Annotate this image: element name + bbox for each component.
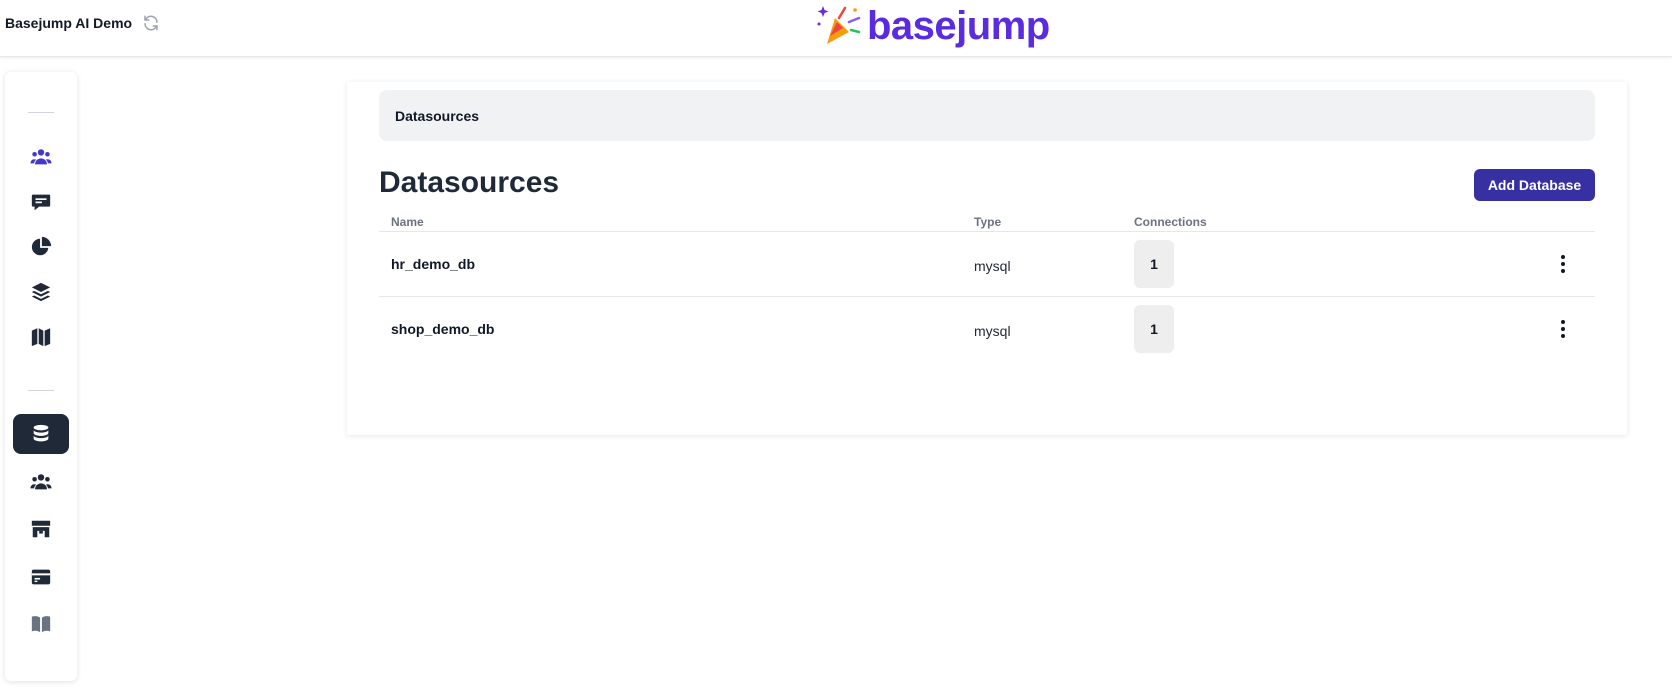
sidebar-item-chat[interactable] [13, 182, 69, 222]
team-icon [30, 474, 52, 490]
add-database-button[interactable]: Add Database [1474, 169, 1595, 201]
top-bar: Basejump AI Demo basejump [0, 0, 1672, 57]
map-icon [31, 328, 51, 347]
sidebar-item-layers[interactable] [13, 272, 69, 312]
column-header-type: Type [974, 215, 1002, 229]
datasources-table: Name Type Connections hr_demo_db mysql 1… [379, 215, 1595, 362]
datasource-name[interactable]: shop_demo_db [391, 321, 494, 337]
row-actions-button[interactable] [1551, 317, 1575, 341]
sidebar-divider [28, 112, 54, 113]
table-row[interactable]: shop_demo_db mysql 1 [379, 297, 1595, 362]
datasource-type: mysql [974, 258, 1011, 274]
column-header-connections: Connections [1134, 215, 1207, 229]
table-header: Name Type Connections [379, 215, 1595, 232]
breadcrumb-item[interactable]: Datasources [395, 108, 479, 124]
sidebar-item-datasources[interactable] [13, 414, 69, 454]
sidebar-item-team[interactable] [13, 462, 69, 502]
sidebar-item-docs[interactable] [13, 604, 69, 644]
sidebar [5, 72, 77, 681]
sidebar-item-members[interactable] [13, 137, 69, 177]
page-title: Datasources [379, 166, 560, 199]
org-switcher[interactable]: Basejump AI Demo [5, 14, 160, 32]
sidebar-item-store[interactable] [13, 509, 69, 549]
column-header-name: Name [391, 215, 424, 229]
refresh-icon[interactable] [142, 14, 160, 32]
datasources-card: Datasources Datasources Add Database Nam… [347, 82, 1627, 435]
sidebar-item-charts[interactable] [13, 227, 69, 267]
table-row[interactable]: hr_demo_db mysql 1 [379, 232, 1595, 297]
sidebar-divider [28, 390, 54, 391]
connections-count-badge[interactable]: 1 [1134, 240, 1174, 288]
connections-count-badge[interactable]: 1 [1134, 305, 1174, 353]
logo-wordmark: basejump [867, 4, 1050, 48]
sidebar-item-billing[interactable] [13, 557, 69, 597]
datasource-name[interactable]: hr_demo_db [391, 256, 475, 272]
org-name[interactable]: Basejump AI Demo [5, 15, 132, 31]
credit-card-icon [31, 569, 51, 585]
basejump-logo[interactable]: basejump [815, 2, 1050, 50]
sidebar-item-map[interactable] [13, 317, 69, 357]
book-icon [31, 616, 51, 633]
layers-icon [31, 282, 51, 302]
datasource-type: mysql [974, 323, 1011, 339]
database-icon [33, 424, 49, 442]
row-actions-button[interactable] [1551, 252, 1575, 276]
store-icon [31, 520, 51, 538]
chat-icon [31, 194, 51, 211]
pie-chart-icon [31, 236, 52, 256]
more-vertical-icon [1561, 255, 1565, 273]
users-icon [30, 149, 52, 165]
more-vertical-icon [1561, 320, 1565, 338]
party-popper-icon [817, 6, 861, 44]
breadcrumb: Datasources [379, 90, 1595, 141]
